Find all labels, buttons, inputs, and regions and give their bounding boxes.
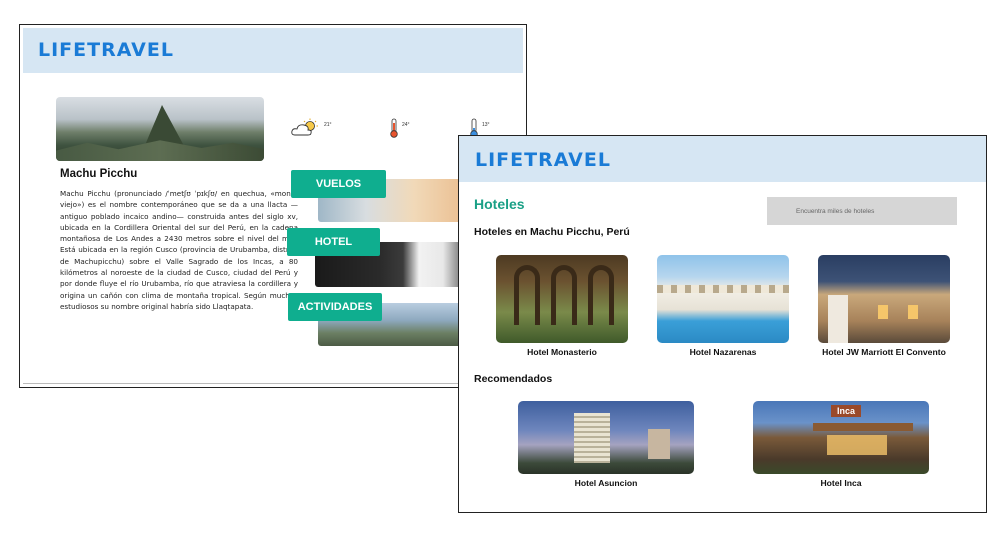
partly-cloudy-icon	[291, 118, 318, 136]
hotel-image[interactable]	[818, 255, 950, 343]
section-title-hotels: Hoteles en Machu Picchu, Perú	[474, 226, 630, 238]
hotel-image[interactable]	[496, 255, 628, 343]
weather-item: 24°	[388, 118, 410, 138]
hotel-name[interactable]: Hotel Nazarenas	[657, 347, 789, 357]
actividades-button[interactable]: ACTIVIDADES	[288, 293, 382, 321]
app-logo[interactable]: LIFETRAVEL	[38, 39, 174, 61]
hotel-button[interactable]: HOTEL	[287, 228, 380, 256]
hotel-image[interactable]: Inca	[753, 401, 929, 474]
hotel-image[interactable]	[518, 401, 694, 474]
hoteles-window: LIFETRAVEL Hoteles Encuentra miles de ho…	[458, 135, 987, 513]
place-title: Machu Picchu	[60, 168, 138, 180]
thermometer-hot-icon	[390, 118, 398, 138]
machu-picchu-photo	[56, 97, 264, 161]
page-title: Hoteles	[474, 196, 525, 212]
section-title-recommended: Recomendados	[474, 373, 553, 385]
hotel-image[interactable]	[657, 255, 789, 343]
header-bar: LIFETRAVEL	[23, 28, 523, 73]
divider	[23, 383, 523, 384]
hotel-name[interactable]: Hotel Asuncion	[518, 478, 694, 488]
machu-picchu-window: LIFETRAVEL Machu Picchu Machu Picchu (pr…	[19, 24, 527, 388]
header-bar: LIFETRAVEL	[459, 136, 986, 182]
hotel-sign: Inca	[831, 405, 861, 417]
search-input[interactable]: Encuentra miles de hoteles	[767, 197, 957, 225]
place-description: Machu Picchu (pronunciado /ˈmetʃʊ ˈpɪkʃʊ…	[60, 189, 298, 311]
weather-item: 21°	[290, 118, 332, 138]
hotel-name[interactable]: Hotel Monasterio	[496, 347, 628, 357]
weather-temp: 13°	[482, 122, 490, 128]
app-logo[interactable]: LIFETRAVEL	[475, 149, 611, 171]
weather-temp: 24°	[402, 122, 410, 128]
weather-temp: 21°	[324, 122, 332, 128]
vuelos-button[interactable]: VUELOS	[291, 170, 386, 198]
hotel-name[interactable]: Hotel Inca	[753, 478, 929, 488]
hotel-name[interactable]: Hotel JW Marriott El Convento	[799, 347, 969, 357]
